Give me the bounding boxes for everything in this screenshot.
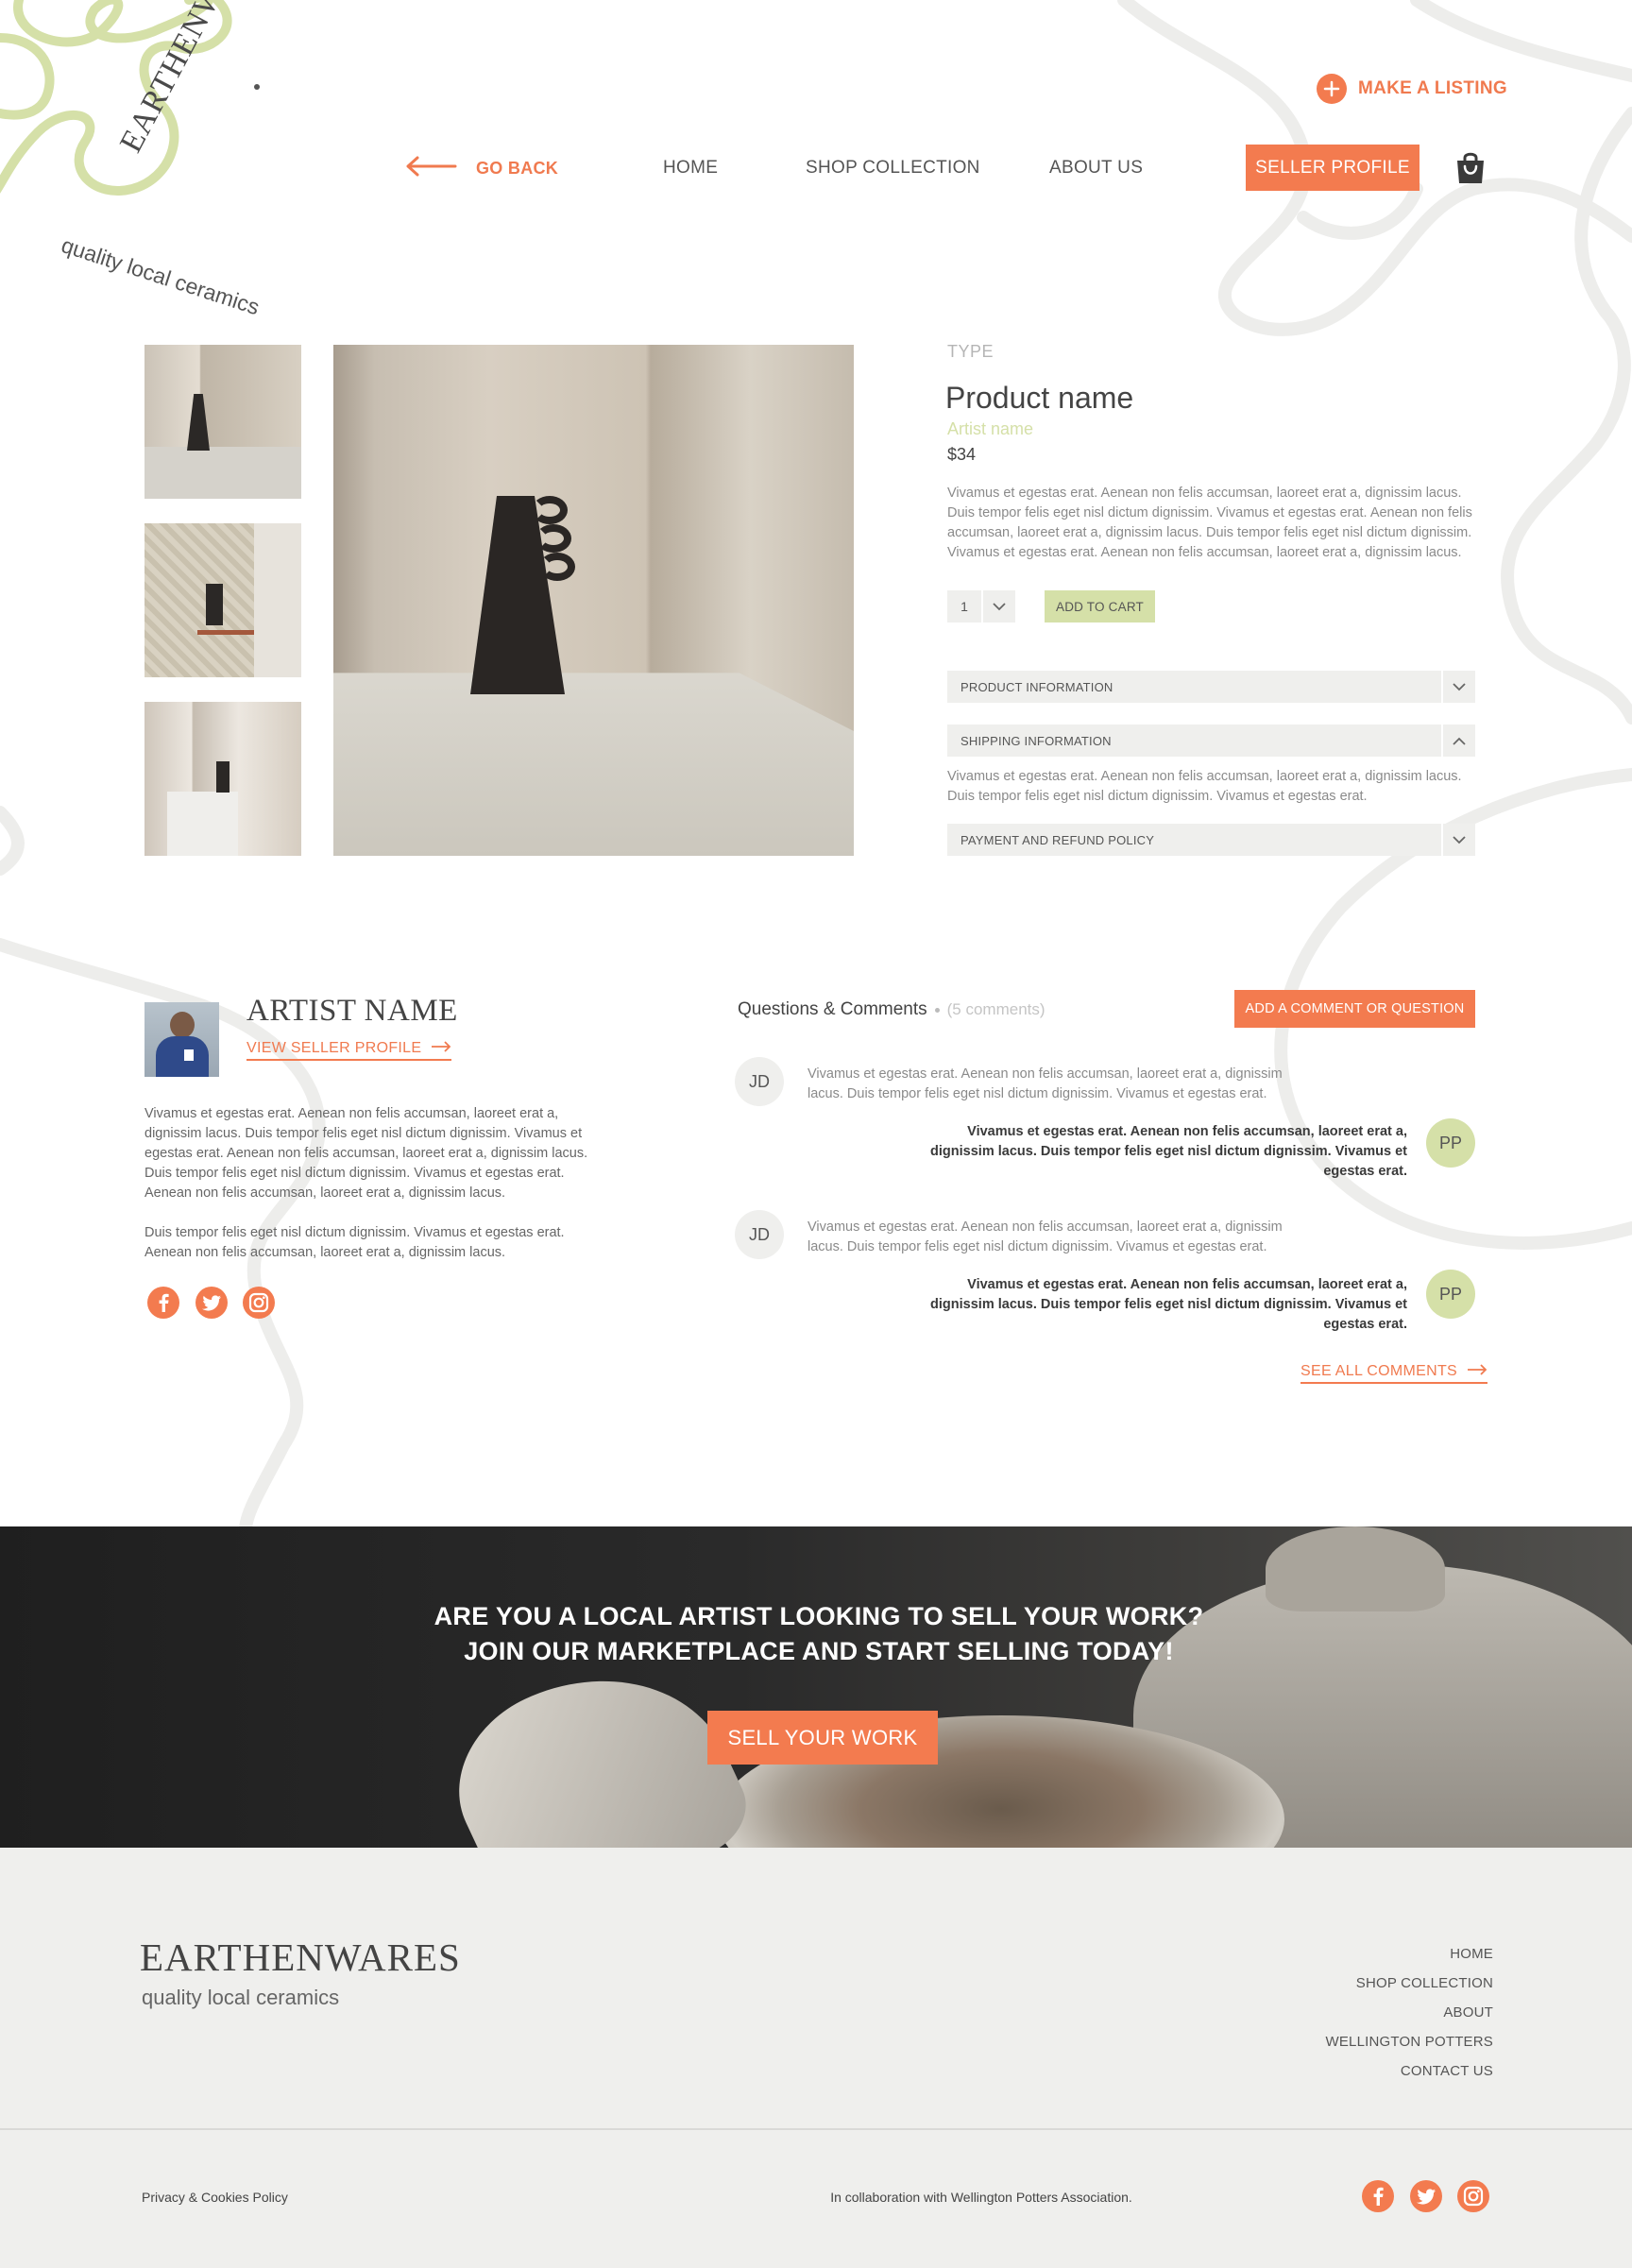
comments-heading: Questions & Comments (5 comments) <box>738 999 1046 1020</box>
commenter-avatar[interactable]: JD <box>735 1057 784 1106</box>
view-seller-profile-label: VIEW SELLER PROFILE <box>246 1040 422 1056</box>
make-listing-button[interactable]: MAKE A LISTING <box>1317 74 1507 104</box>
banner-pottery-image <box>0 1526 1632 1848</box>
facebook-icon[interactable] <box>1362 2180 1394 2212</box>
shipping-information-text: Vivamus et egestas erat. Aenean non feli… <box>947 769 1462 804</box>
nav-home[interactable]: HOME <box>663 158 718 179</box>
nav-about-us[interactable]: ABOUT US <box>1049 158 1143 179</box>
artist-name-heading: ARTIST NAME <box>246 994 458 1028</box>
instagram-icon[interactable] <box>243 1287 275 1319</box>
comments-title: Questions & Comments <box>738 999 927 1019</box>
arrow-right-icon <box>1467 1363 1488 1380</box>
seller-reply-avatar[interactable]: PP <box>1426 1118 1475 1168</box>
see-all-comments-link[interactable]: SEE ALL COMMENTS <box>1300 1363 1488 1384</box>
arrow-right-icon <box>431 1040 451 1057</box>
twitter-icon[interactable] <box>1410 2180 1442 2212</box>
go-back-label: GO BACK <box>476 159 559 178</box>
thumbnail-3[interactable] <box>144 702 301 856</box>
plus-circle-icon <box>1317 74 1347 104</box>
footer-link-wellington-potters[interactable]: WELLINGTON POTTERS <box>1325 2034 1493 2050</box>
make-listing-label: MAKE A LISTING <box>1358 78 1507 98</box>
view-seller-profile-link[interactable]: VIEW SELLER PROFILE <box>246 1040 452 1061</box>
bullet-dot <box>934 1007 940 1013</box>
comments-count: (5 comments) <box>946 1000 1046 1018</box>
accordion-product-information-label: PRODUCT INFORMATION <box>960 679 1114 694</box>
add-comment-button[interactable]: ADD A COMMENT OR QUESTION <box>1234 990 1475 1028</box>
sell-your-work-button[interactable]: SELL YOUR WORK <box>707 1711 938 1765</box>
artist-bio-paragraph-1: Vivamus et egestas erat. Aenean non feli… <box>144 1106 588 1201</box>
seller-reply-avatar[interactable]: PP <box>1426 1270 1475 1319</box>
comment-reply-text: Vivamus et egestas erat. Aenean non feli… <box>930 1124 1407 1179</box>
footer-link-contact-us[interactable]: CONTACT US <box>1401 2063 1493 2079</box>
main-product-image <box>333 345 854 856</box>
instagram-icon[interactable] <box>1457 2180 1489 2212</box>
banner-headline-2: JOIN OUR MARKETPLACE AND START SELLING T… <box>464 1637 1174 1665</box>
footer-divider <box>0 2128 1632 2130</box>
accordion-shipping-information-label: SHIPPING INFORMATION <box>960 733 1112 748</box>
artist-name-link[interactable]: Artist name <box>947 419 1033 439</box>
commenter-avatar[interactable]: JD <box>735 1210 784 1259</box>
artist-avatar[interactable] <box>144 1002 219 1077</box>
artist-bio-paragraph-2: Duis tempor felis eget nisl dictum digni… <box>144 1225 565 1260</box>
chevron-down-icon <box>1441 671 1475 703</box>
footer-wordmark[interactable]: EARTHENWARES <box>140 1935 461 1980</box>
facebook-icon[interactable] <box>147 1287 179 1319</box>
comment-question-text: Vivamus et egestas erat. Aenean non feli… <box>808 1219 1283 1254</box>
product-description: Vivamus et egestas erat. Aenean non feli… <box>947 486 1472 560</box>
nav-shop-collection[interactable]: SHOP COLLECTION <box>806 158 980 179</box>
product-type: TYPE <box>947 342 994 361</box>
accordion-payment-refund-policy[interactable]: PAYMENT AND REFUND POLICY <box>947 824 1475 856</box>
thumbnail-1[interactable] <box>144 345 301 499</box>
comment-reply-text: Vivamus et egestas erat. Aenean non feli… <box>930 1277 1407 1332</box>
accordion-shipping-information[interactable]: SHIPPING INFORMATION <box>947 725 1475 757</box>
see-all-comments-label: SEE ALL COMMENTS <box>1300 1363 1458 1379</box>
sell-banner: ARE YOU A LOCAL ARTIST LOOKING TO SELL Y… <box>0 1526 1632 1848</box>
footer-link-about[interactable]: ABOUT <box>1443 2004 1493 2021</box>
quantity-value: 1 <box>960 599 968 614</box>
product-name: Product name <box>945 381 1134 415</box>
quantity-select[interactable]: 1 <box>947 590 1015 622</box>
thumbnail-2[interactable] <box>144 523 301 677</box>
seller-profile-button[interactable]: SELLER PROFILE <box>1246 145 1420 191</box>
brand-logo[interactable]: EARTHENWARES quality local ceramics <box>0 0 302 319</box>
comment-question-text: Vivamus et egestas erat. Aenean non feli… <box>808 1066 1283 1101</box>
footer: EARTHENWARES quality local ceramics HOME… <box>0 1848 1632 2268</box>
banner-headline-1: ARE YOU A LOCAL ARTIST LOOKING TO SELL Y… <box>434 1602 1204 1630</box>
twitter-icon[interactable] <box>196 1287 228 1319</box>
accordion-product-information[interactable]: PRODUCT INFORMATION <box>947 671 1475 703</box>
footer-link-home[interactable]: HOME <box>1450 1946 1493 1962</box>
footer-tagline: quality local ceramics <box>142 1986 340 2009</box>
footer-link-shop-collection[interactable]: SHOP COLLECTION <box>1356 1975 1493 1991</box>
chevron-down-icon <box>1441 824 1475 856</box>
shopping-bag-icon[interactable] <box>1454 151 1487 190</box>
add-to-cart-button[interactable]: ADD TO CART <box>1045 590 1155 622</box>
go-back-button[interactable]: GO BACK <box>404 155 558 182</box>
product-price: $34 <box>947 445 977 464</box>
arrow-left-icon <box>404 155 457 182</box>
chevron-up-icon <box>1441 725 1475 757</box>
chevron-down-icon <box>981 590 1015 622</box>
accordion-payment-refund-label: PAYMENT AND REFUND POLICY <box>960 832 1155 847</box>
